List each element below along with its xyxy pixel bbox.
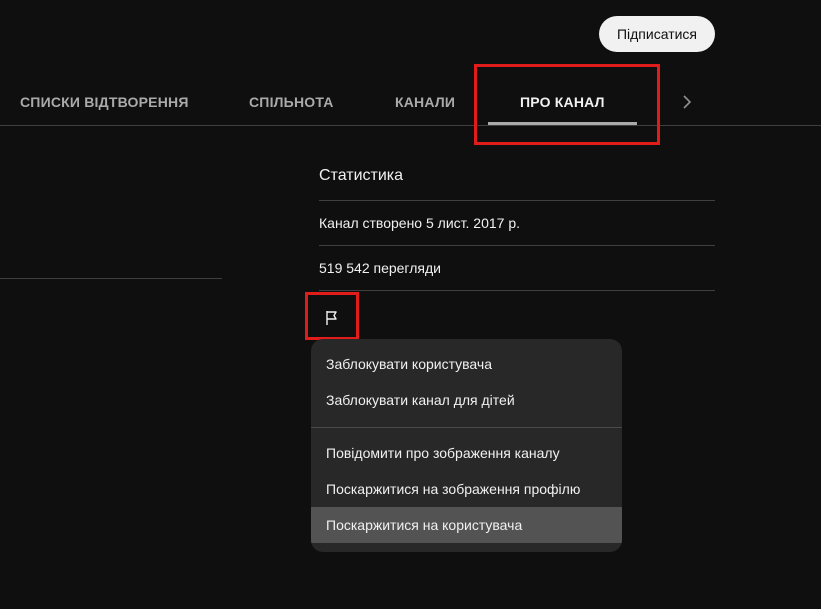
tabs-next-button[interactable] xyxy=(676,88,698,116)
menu-divider xyxy=(311,427,622,428)
stats-divider xyxy=(319,245,715,246)
chevron-right-icon xyxy=(683,95,692,109)
stats-title: Статистика xyxy=(319,167,404,184)
view-count: 519 542 перегляди xyxy=(319,260,441,276)
tab-playlists[interactable]: СПИСКИ ВІДТВОРЕННЯ xyxy=(20,80,189,124)
menu-item-block-for-kids[interactable]: Заблокувати канал для дітей xyxy=(311,382,622,418)
description-divider xyxy=(0,278,222,279)
menu-item-block-user[interactable]: Заблокувати користувача xyxy=(311,346,622,382)
channel-about-page: Підписатися СПИСКИ ВІДТВОРЕННЯ СПІЛЬНОТА… xyxy=(0,0,821,609)
channel-created-date: Канал створено 5 лист. 2017 р. xyxy=(319,215,520,231)
tab-channels[interactable]: КАНАЛИ xyxy=(395,80,455,124)
report-menu: Заблокувати користувача Заблокувати кана… xyxy=(311,339,622,552)
menu-item-report-profile-picture[interactable]: Поскаржитися на зображення профілю xyxy=(311,471,622,507)
tabs-divider xyxy=(0,125,821,126)
stats-divider xyxy=(319,290,715,291)
subscribe-button[interactable]: Підписатися xyxy=(599,16,715,52)
menu-item-report-user[interactable]: Поскаржитися на користувача xyxy=(311,507,622,543)
stats-divider xyxy=(319,200,715,201)
about-tab-highlight xyxy=(474,64,660,145)
menu-item-report-channel-art[interactable]: Повідомити про зображення каналу xyxy=(311,435,622,471)
report-button-highlight xyxy=(305,292,359,340)
tab-community[interactable]: СПІЛЬНОТА xyxy=(249,80,334,124)
